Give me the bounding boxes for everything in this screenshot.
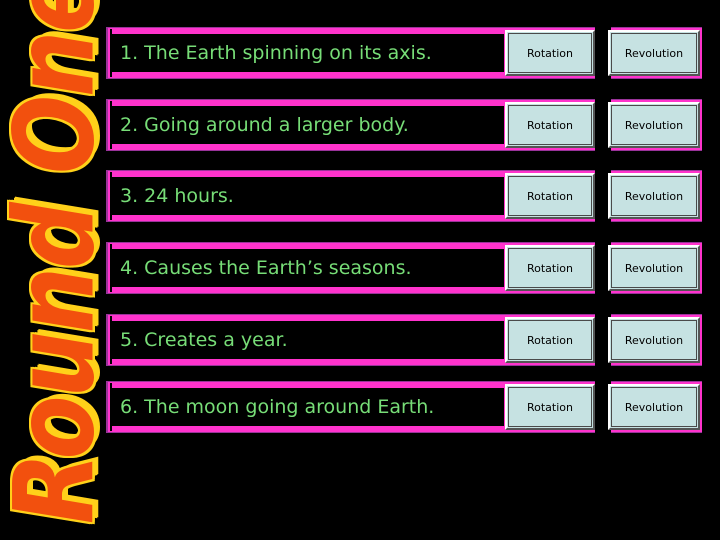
- answer-button-label: Rotation: [526, 46, 573, 60]
- answer-button-rotation[interactable]: Rotation: [505, 245, 595, 291]
- question-text-box: 3. 24 hours.: [112, 177, 504, 215]
- answer-button-revolution[interactable]: Revolution: [608, 245, 700, 291]
- answer-button-revolution[interactable]: Revolution: [608, 102, 700, 148]
- answer-button-label: Revolution: [624, 46, 684, 60]
- question-text: 5. Creates a year.: [120, 328, 288, 351]
- answer-button-rotation[interactable]: Rotation: [505, 30, 595, 76]
- question-text: 1. The Earth spinning on its axis.: [120, 41, 432, 64]
- question-text-box: 1. The Earth spinning on its axis.: [112, 34, 504, 72]
- answer-button-label: Revolution: [624, 333, 684, 347]
- answer-button-revolution[interactable]: Revolution: [608, 317, 700, 363]
- answer-button-label: Rotation: [526, 400, 573, 414]
- question-text: 3. 24 hours.: [120, 184, 234, 207]
- answer-button-label: Rotation: [526, 261, 573, 275]
- question-text-box: 6. The moon going around Earth.: [112, 388, 504, 426]
- round-title-text: Round One: [0, 0, 108, 525]
- question-text: 6. The moon going around Earth.: [120, 395, 435, 418]
- question-row: 5. Creates a year. Rotation Revolution: [106, 314, 702, 366]
- question-text-box: 5. Creates a year.: [112, 321, 504, 359]
- answer-button-label: Revolution: [624, 189, 684, 203]
- answer-button-revolution[interactable]: Revolution: [608, 384, 700, 430]
- answer-button-label: Rotation: [526, 118, 573, 132]
- answer-button-revolution[interactable]: Revolution: [608, 173, 700, 219]
- answer-button-label: Rotation: [526, 189, 573, 203]
- round-title-banner: Round One: [0, 0, 108, 540]
- question-text: 4. Causes the Earth’s seasons.: [120, 256, 412, 279]
- question-row: 3. 24 hours. Rotation Revolution: [106, 170, 702, 222]
- question-text: 2. Going around a larger body.: [120, 113, 409, 136]
- answer-button-label: Revolution: [624, 118, 684, 132]
- answer-button-label: Revolution: [624, 400, 684, 414]
- answer-button-rotation[interactable]: Rotation: [505, 173, 595, 219]
- question-row: 1. The Earth spinning on its axis. Rotat…: [106, 27, 702, 79]
- question-text-box: 4. Causes the Earth’s seasons.: [112, 249, 504, 287]
- answer-button-rotation[interactable]: Rotation: [505, 384, 595, 430]
- question-row: 4. Causes the Earth’s seasons. Rotation …: [106, 242, 702, 294]
- question-row: 6. The moon going around Earth. Rotation…: [106, 381, 702, 433]
- answer-button-rotation[interactable]: Rotation: [505, 102, 595, 148]
- answer-button-revolution[interactable]: Revolution: [608, 30, 700, 76]
- round-title-rotator: Round One: [0, 0, 108, 524]
- question-text-box: 2. Going around a larger body.: [112, 106, 504, 144]
- question-row: 2. Going around a larger body. Rotation …: [106, 99, 702, 151]
- answer-button-label: Revolution: [624, 261, 684, 275]
- answer-button-rotation[interactable]: Rotation: [505, 317, 595, 363]
- answer-button-label: Rotation: [526, 333, 573, 347]
- slide-canvas: Round One 1. The Earth spinning on its a…: [0, 0, 720, 540]
